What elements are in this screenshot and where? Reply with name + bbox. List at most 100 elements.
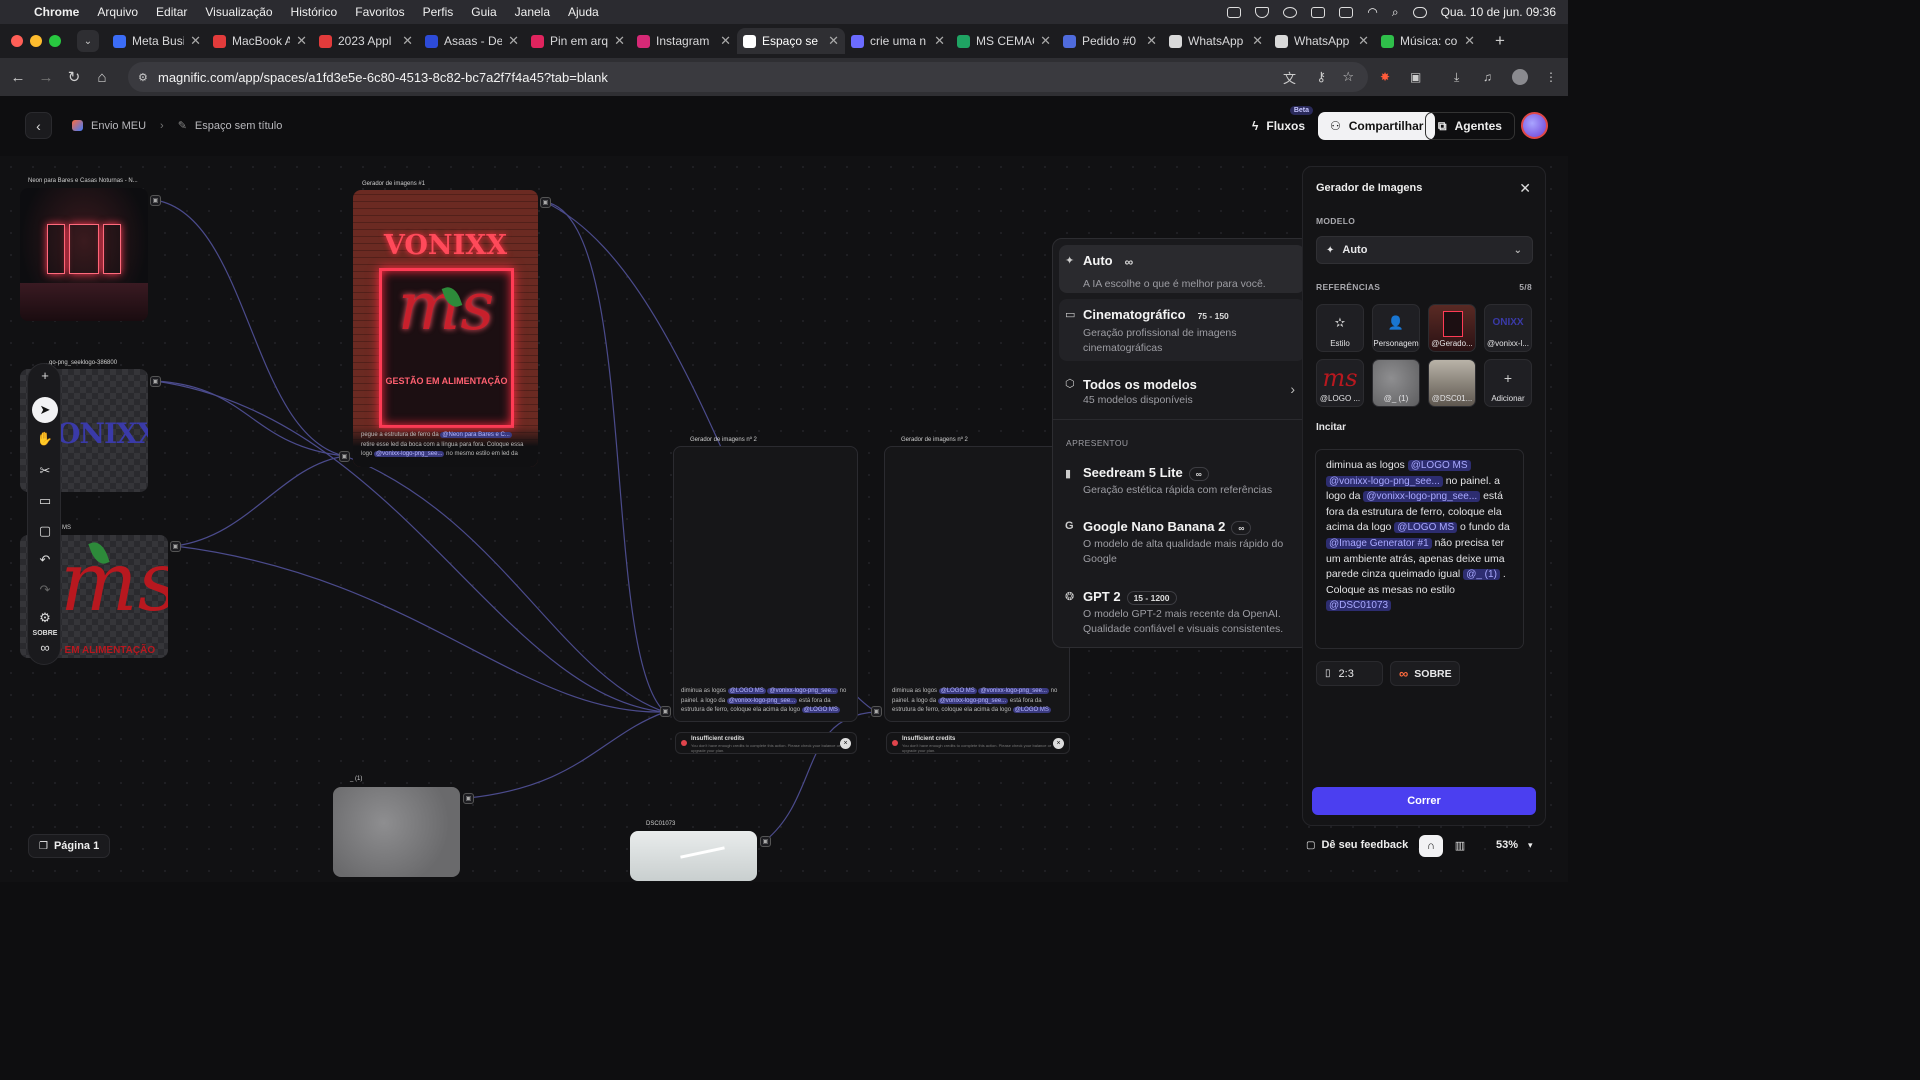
tab-close-icon[interactable]: ✕ xyxy=(934,33,945,49)
tab-close-icon[interactable]: ✕ xyxy=(614,33,625,49)
breadcrumb-project[interactable]: Envio MEU xyxy=(91,120,146,132)
prompt-mention-concrete[interactable]: @_ (1) xyxy=(1463,569,1500,581)
undo-icon[interactable]: ↶ xyxy=(28,552,62,568)
ref-logo-ms-thumb[interactable]: ms @LOGO ... xyxy=(1316,359,1364,407)
node-ms-port[interactable]: ▣ xyxy=(170,541,181,552)
menu-item-edit[interactable]: Editar xyxy=(156,5,187,19)
flows-button[interactable]: ϟ Fluxos Beta xyxy=(1240,106,1317,140)
translate-icon[interactable]: 文 xyxy=(1283,68,1296,87)
node-gen1-output-port[interactable]: ▣ xyxy=(540,197,551,208)
tab-1[interactable]: MacBook A ✕ xyxy=(207,28,313,54)
tab-4[interactable]: Pin em arq ✕ xyxy=(525,28,631,54)
model-option-nano-banana[interactable]: G Google Nano Banana 2 ∞ O modelo de alta… xyxy=(1059,513,1305,571)
redo-icon[interactable]: ↷ xyxy=(28,582,62,598)
forward-icon[interactable]: → xyxy=(32,69,60,86)
prompt-mention-logo-ms[interactable]: @LOGO MS xyxy=(1407,460,1471,471)
ref-character-button[interactable]: 👤 Personagem xyxy=(1372,304,1420,352)
tab-close-icon[interactable]: ✕ xyxy=(1464,33,1475,49)
mode-select[interactable]: ∞ SOBRE xyxy=(1390,661,1460,686)
ref-dsc-thumb[interactable]: @DSC01... xyxy=(1428,359,1476,407)
home-icon[interactable]: ⌂ xyxy=(88,69,116,86)
error-dismiss-button[interactable]: × xyxy=(1053,738,1064,749)
address-bar[interactable]: ⚙ magnific.com/app/spaces/a1fd3e5e-6c80-… xyxy=(128,62,1368,92)
model-option-all[interactable]: ⬡ Todos os modelos 45 modelos disponívei… xyxy=(1059,369,1305,409)
node-dsc-image[interactable] xyxy=(630,831,757,881)
run-button[interactable]: Correr xyxy=(1312,787,1536,815)
tab-close-icon[interactable]: ✕ xyxy=(1146,33,1157,49)
tab-close-icon[interactable]: ✕ xyxy=(508,33,519,49)
menu-item-window[interactable]: Janela xyxy=(515,5,550,19)
bookmark-star-icon[interactable]: ☆ xyxy=(1342,69,1354,85)
control-center-icon[interactable] xyxy=(1412,6,1427,18)
ref-style-button[interactable]: ✫ Estilo xyxy=(1316,304,1364,352)
tab-8[interactable]: MS CEMAC ✕ xyxy=(951,28,1057,54)
prompt-textarea[interactable]: diminua as logos @LOGO MS @vonixx-logo-p… xyxy=(1315,449,1524,649)
model-select[interactable]: ✦ Auto ⌄ xyxy=(1316,236,1533,264)
reload-icon[interactable]: ↻ xyxy=(60,68,88,86)
tab-6[interactable]: Espaço se ✕ xyxy=(737,28,845,54)
zoom-select[interactable]: 53% ▾ xyxy=(1496,839,1533,851)
close-icon[interactable]: ✕ xyxy=(1519,180,1531,197)
breadcrumb-space[interactable]: Espaço sem título xyxy=(195,120,282,132)
tab-9[interactable]: Pedido #0 ✕ xyxy=(1057,28,1163,54)
media-icon[interactable]: ♫ xyxy=(1483,70,1492,84)
maximize-window-button[interactable] xyxy=(49,35,61,47)
tab-2[interactable]: 2023 Appl ✕ xyxy=(313,28,419,54)
back-icon[interactable]: ← xyxy=(4,69,32,86)
shield-icon[interactable] xyxy=(1255,6,1270,18)
add-reference-button[interactable]: + Adicionar xyxy=(1484,359,1532,407)
feedback-button[interactable]: ▢ Dê seu feedback xyxy=(1306,839,1408,851)
site-info-icon[interactable]: ⚙ xyxy=(138,71,148,84)
prompt-mention-vonixx-2[interactable]: @vonixx-logo-png_see... xyxy=(1363,491,1481,503)
close-window-button[interactable] xyxy=(11,35,23,47)
comment-icon[interactable]: ▢ xyxy=(28,523,62,539)
node-gen2b-input-port[interactable]: ▣ xyxy=(871,706,882,717)
download-icon[interactable]: ⤓ xyxy=(1454,70,1459,85)
minimize-window-button[interactable] xyxy=(30,35,42,47)
prompt-mention-vonixx[interactable]: @vonixx-logo-png_see... xyxy=(1326,475,1443,487)
keyboard-icon[interactable] xyxy=(1339,6,1354,18)
tab-close-icon[interactable]: ✕ xyxy=(190,33,201,49)
new-tab-button[interactable]: + xyxy=(1495,31,1505,51)
hand-icon[interactable]: ✋ xyxy=(28,431,62,447)
node-gen2a-input-port[interactable]: ▣ xyxy=(660,706,671,717)
infinity-icon[interactable]: ∞ xyxy=(28,640,62,655)
model-option-auto[interactable]: ✦ Auto ∞ A IA escolhe o que é melhor para… xyxy=(1059,245,1305,293)
tab-11[interactable]: WhatsApp ✕ xyxy=(1269,28,1375,54)
tab-close-icon[interactable]: ✕ xyxy=(402,33,413,49)
user-avatar[interactable] xyxy=(1521,112,1548,139)
node-neon-image[interactable] xyxy=(20,188,148,321)
wifi-icon[interactable]: ◠ xyxy=(1367,5,1377,19)
status-icon-2[interactable] xyxy=(1311,6,1326,18)
ref-concrete-thumb[interactable]: @_ (1) xyxy=(1372,359,1420,407)
menu-item-profiles[interactable]: Perfis xyxy=(423,5,454,19)
tab-close-icon[interactable]: ✕ xyxy=(1252,33,1263,49)
node-neon-port[interactable]: ▣ xyxy=(150,195,161,206)
back-button[interactable]: ‹ xyxy=(25,112,52,139)
tab-close-icon[interactable]: ✕ xyxy=(828,33,839,49)
error-dismiss-button[interactable]: × xyxy=(840,738,851,749)
profile-avatar[interactable] xyxy=(1512,69,1528,85)
map-icon[interactable]: ▥ xyxy=(1450,835,1470,857)
ref-gen1-thumb[interactable]: @Gerado... xyxy=(1428,304,1476,352)
headphones-icon[interactable]: ∩ xyxy=(1419,835,1443,857)
tab-7[interactable]: crie uma n ✕ xyxy=(845,28,951,54)
prompt-mention-dsc[interactable]: @DSC01073 xyxy=(1326,600,1392,612)
extension-icon[interactable]: ✸ xyxy=(1380,70,1390,84)
settings-gear-icon[interactable]: ⚙ xyxy=(28,610,62,626)
menu-item-tab[interactable]: Guia xyxy=(471,5,496,19)
menu-item-bookmarks[interactable]: Favoritos xyxy=(355,5,404,19)
menu-item-file[interactable]: Arquivo xyxy=(97,5,138,19)
node-concrete-port[interactable]: ▣ xyxy=(463,793,474,804)
tab-search-button[interactable]: ⌄ xyxy=(77,30,99,52)
prompt-mention-image-gen[interactable]: @Image Generator #1 xyxy=(1326,537,1432,549)
model-option-gpt2[interactable]: ❂ GPT 2 15 - 1200 O modelo GPT-2 mais rec… xyxy=(1059,583,1305,641)
tab-10[interactable]: WhatsApp ✕ xyxy=(1163,28,1269,54)
tab-3[interactable]: Asaas - De ✕ xyxy=(419,28,525,54)
node-concrete-image[interactable] xyxy=(333,787,460,877)
prompt-mention-logo-ms-2[interactable]: @LOGO MS xyxy=(1394,522,1458,534)
tab-0[interactable]: Meta Busir ✕ xyxy=(107,28,207,54)
menu-item-history[interactable]: Histórico xyxy=(291,5,338,19)
extensions-puzzle-icon[interactable]: ▣ xyxy=(1410,70,1421,84)
node-vonixx-port[interactable]: ▣ xyxy=(150,376,161,387)
